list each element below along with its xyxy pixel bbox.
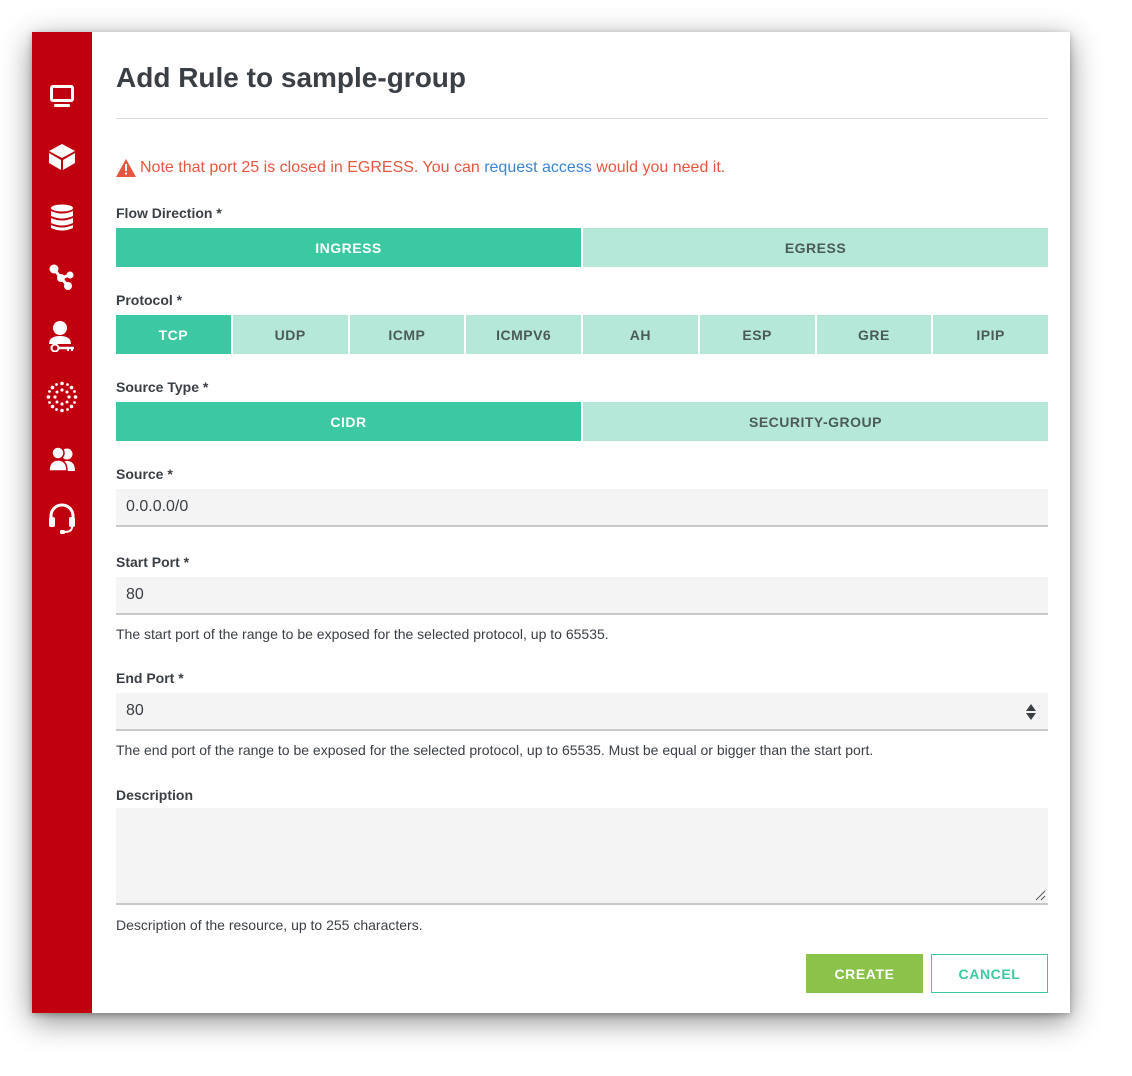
protocol-tcp[interactable]: TCP [116, 315, 231, 354]
sidebar-item-cluster[interactable] [44, 379, 80, 415]
cluster-icon [46, 381, 78, 413]
start-port-input[interactable]: 80 [116, 577, 1048, 615]
notice-suffix: would you need it. [591, 159, 726, 176]
rule-form: Add Rule to sample-group Note that port … [116, 32, 1048, 1013]
dialog-title: Add Rule to sample-group [116, 62, 466, 93]
sidebar-item-support[interactable] [44, 500, 80, 536]
sidebar-item-network[interactable] [44, 259, 80, 295]
headset-icon [49, 503, 75, 534]
flow-direction-selector: INGRESS EGRESS [116, 228, 1048, 267]
cube-icon [49, 144, 75, 170]
warning-icon [116, 159, 136, 177]
flow-direction-egress[interactable]: EGRESS [583, 228, 1048, 267]
end-port-help: The end port of the range to be exposed … [116, 742, 874, 758]
create-button[interactable]: CREATE [806, 954, 923, 993]
protocol-ah[interactable]: AH [583, 315, 698, 354]
protocol-icmp[interactable]: ICMP [349, 315, 465, 354]
start-port-help: The start port of the range to be expose… [116, 626, 609, 642]
port-notice: Note that port 25 is closed in EGRESS. Y… [116, 159, 725, 177]
notice-prefix: Note that port 25 is closed in EGRESS. Y… [140, 159, 485, 176]
users-icon [48, 446, 75, 472]
network-icon [49, 264, 74, 290]
source-type-selector: CIDR SECURITY-GROUP [116, 402, 1048, 441]
end-port-stepper[interactable] [1026, 704, 1036, 720]
end-port-value: 80 [126, 702, 144, 719]
sidebar-item-storage[interactable] [44, 139, 80, 175]
start-port-label: Start Port * [116, 554, 190, 570]
user-key-icon [49, 321, 74, 352]
protocol-icmpv6[interactable]: ICMPV6 [466, 315, 581, 354]
sidebar-item-users[interactable] [44, 441, 80, 477]
protocol-ipip[interactable]: IPIP [933, 315, 1048, 354]
protocol-label: Protocol * [116, 292, 183, 308]
sidebar-item-database[interactable] [44, 200, 80, 236]
title-divider [116, 118, 1048, 119]
end-port-field[interactable]: 80 [116, 693, 1048, 731]
source-type-security-group[interactable]: SECURITY-GROUP [583, 402, 1048, 441]
source-label: Source * [116, 466, 173, 482]
protocol-esp[interactable]: ESP [699, 315, 815, 354]
stepper-down-icon [1026, 713, 1036, 720]
dialog-window: Add Rule to sample-group Note that port … [32, 32, 1070, 1013]
monitor-icon [50, 85, 74, 107]
flow-direction-ingress[interactable]: INGRESS [116, 228, 581, 267]
sidebar-item-access[interactable] [44, 318, 80, 354]
source-type-cidr[interactable]: CIDR [116, 402, 581, 441]
stepper-up-icon [1026, 704, 1036, 711]
source-type-label: Source Type * [116, 379, 209, 395]
protocol-selector: TCP UDP ICMP ICMPV6 AH ESP GRE IPIP [116, 315, 1048, 354]
request-access-link[interactable]: request access [484, 159, 592, 177]
protocol-gre[interactable]: GRE [816, 315, 932, 354]
flow-direction-label: Flow Direction * [116, 205, 222, 221]
end-port-label: End Port * [116, 670, 184, 686]
description-label: Description [116, 787, 194, 803]
cancel-button[interactable]: CANCEL [931, 954, 1048, 993]
description-help: Description of the resource, up to 255 c… [116, 917, 423, 933]
description-textarea[interactable] [116, 808, 1048, 905]
sidebar-item-compute[interactable] [44, 78, 80, 114]
sidebar [32, 32, 92, 1013]
source-input[interactable]: 0.0.0.0/0 [116, 489, 1048, 527]
protocol-udp[interactable]: UDP [232, 315, 348, 354]
database-icon [51, 204, 73, 231]
resize-handle-icon[interactable] [1034, 889, 1046, 901]
